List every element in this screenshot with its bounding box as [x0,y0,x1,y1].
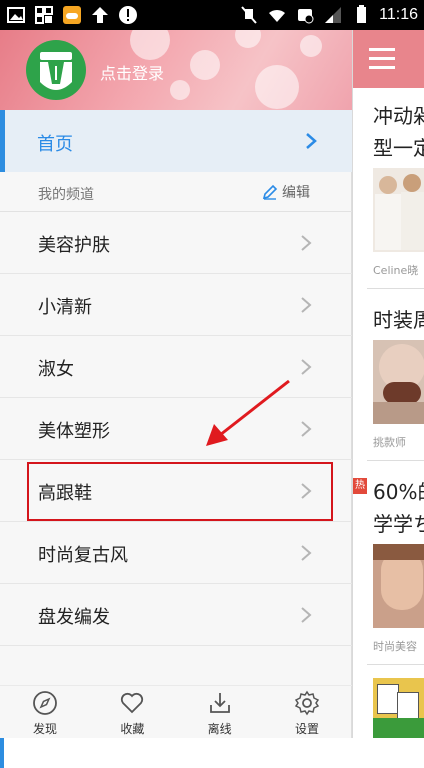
chevron-right-icon [301,421,312,437]
content-peek: 冲动剁 型一定 Celine晓 时装周 挑款师 热 60%的 [352,30,424,738]
apps-notification-icon [35,6,53,24]
chevron-right-icon [301,359,312,375]
pencil-icon [262,184,278,200]
article-title-line: 学学ち [373,512,424,536]
channel-item-fresh-style[interactable]: 小清新 [0,274,352,336]
chevron-right-icon [301,545,312,561]
nav-item-home-label: 首页 [37,134,73,155]
edit-label: 编辑 [282,185,310,201]
hot-badge: 热 [353,478,367,494]
nav-discover-label: 发现 [32,722,57,736]
article-source: Celine晓 [373,264,419,277]
drawer-bottom-nav: 发现 收藏 离线 设置 [0,685,352,738]
nav-favorites-button[interactable]: 收藏 [101,686,163,738]
highlight-box [27,462,333,521]
nav-item-home[interactable]: 首页 [0,110,352,172]
mute-icon [241,6,257,24]
nav-offline-button[interactable]: 离线 [189,686,251,738]
nav-settings-label: 设置 [294,722,319,736]
sim-icon [298,9,314,24]
channel-label: 小清新 [38,297,92,318]
content-topbar [353,30,424,88]
nav-offline-label: 离线 [207,722,232,736]
edit-channels-button[interactable]: 编辑 [262,180,310,204]
chevron-right-icon [301,607,312,623]
upload-arrow-icon [92,7,108,23]
article-source: 挑款师 [373,436,406,449]
battery-icon [357,5,367,23]
nav-settings-button[interactable]: 设置 [276,686,338,738]
wifi-icon [269,9,286,22]
article-thumbnail [373,168,424,252]
article-source: 时尚美容 [373,640,417,653]
status-bar: 11:16 [0,0,424,30]
channel-label: 时尚复古风 [38,545,128,566]
channel-item-body-shaping[interactable]: 美体塑形 [0,398,352,460]
article-title-line: 时装周 [373,308,424,332]
article-title-line: 型一定 [373,136,424,160]
channel-label: 盘发编发 [38,607,110,628]
avatar[interactable] [26,40,86,100]
article-thumbnail [373,340,424,424]
nav-favorites-label: 收藏 [120,722,145,736]
channel-item-hair-braids[interactable]: 盘发编发 [0,584,352,646]
article-thumbnail [373,678,424,738]
my-channels-header: 我的频道 编辑 [0,172,352,212]
screen: 11:16 点击登录 首页 我的频道 编辑 美容护肤 小清新 淑女 美体塑形 高… [0,0,424,768]
game-notification-icon [63,6,81,24]
channel-label: 美体塑形 [38,421,110,442]
nav-discover-button[interactable]: 发现 [14,686,76,738]
heart-icon [121,692,144,714]
download-icon [209,693,230,713]
chevron-right-icon [306,133,317,149]
navigation-drawer: 点击登录 首页 我的频道 编辑 美容护肤 小清新 淑女 美体塑形 高跟鞋 时尚复… [0,30,352,738]
avatar-logo-icon [40,52,72,90]
chevron-right-icon [301,297,312,313]
signal-icon [325,7,342,23]
clock-time: 11:16 [379,6,418,23]
bottom-strip [0,738,424,768]
article-title-line: 60%的 [373,480,424,504]
image-notification-icon [7,7,25,23]
channel-item-beauty-skincare[interactable]: 美容护肤 [0,212,352,274]
login-link[interactable]: 点击登录 [100,60,164,84]
alert-icon [119,6,137,24]
drawer-header: 点击登录 [0,30,352,110]
channel-item-lady[interactable]: 淑女 [0,336,352,398]
compass-icon [33,691,57,715]
article-thumbnail [373,544,424,628]
channel-label: 美容护肤 [38,235,110,256]
my-channels-label: 我的频道 [38,187,94,203]
gear-icon [294,690,320,716]
chevron-right-icon [301,235,312,251]
channel-label: 淑女 [38,359,74,380]
article-title-line: 冲动剁 [373,104,424,128]
channel-item-retro-fashion[interactable]: 时尚复古风 [0,522,352,584]
